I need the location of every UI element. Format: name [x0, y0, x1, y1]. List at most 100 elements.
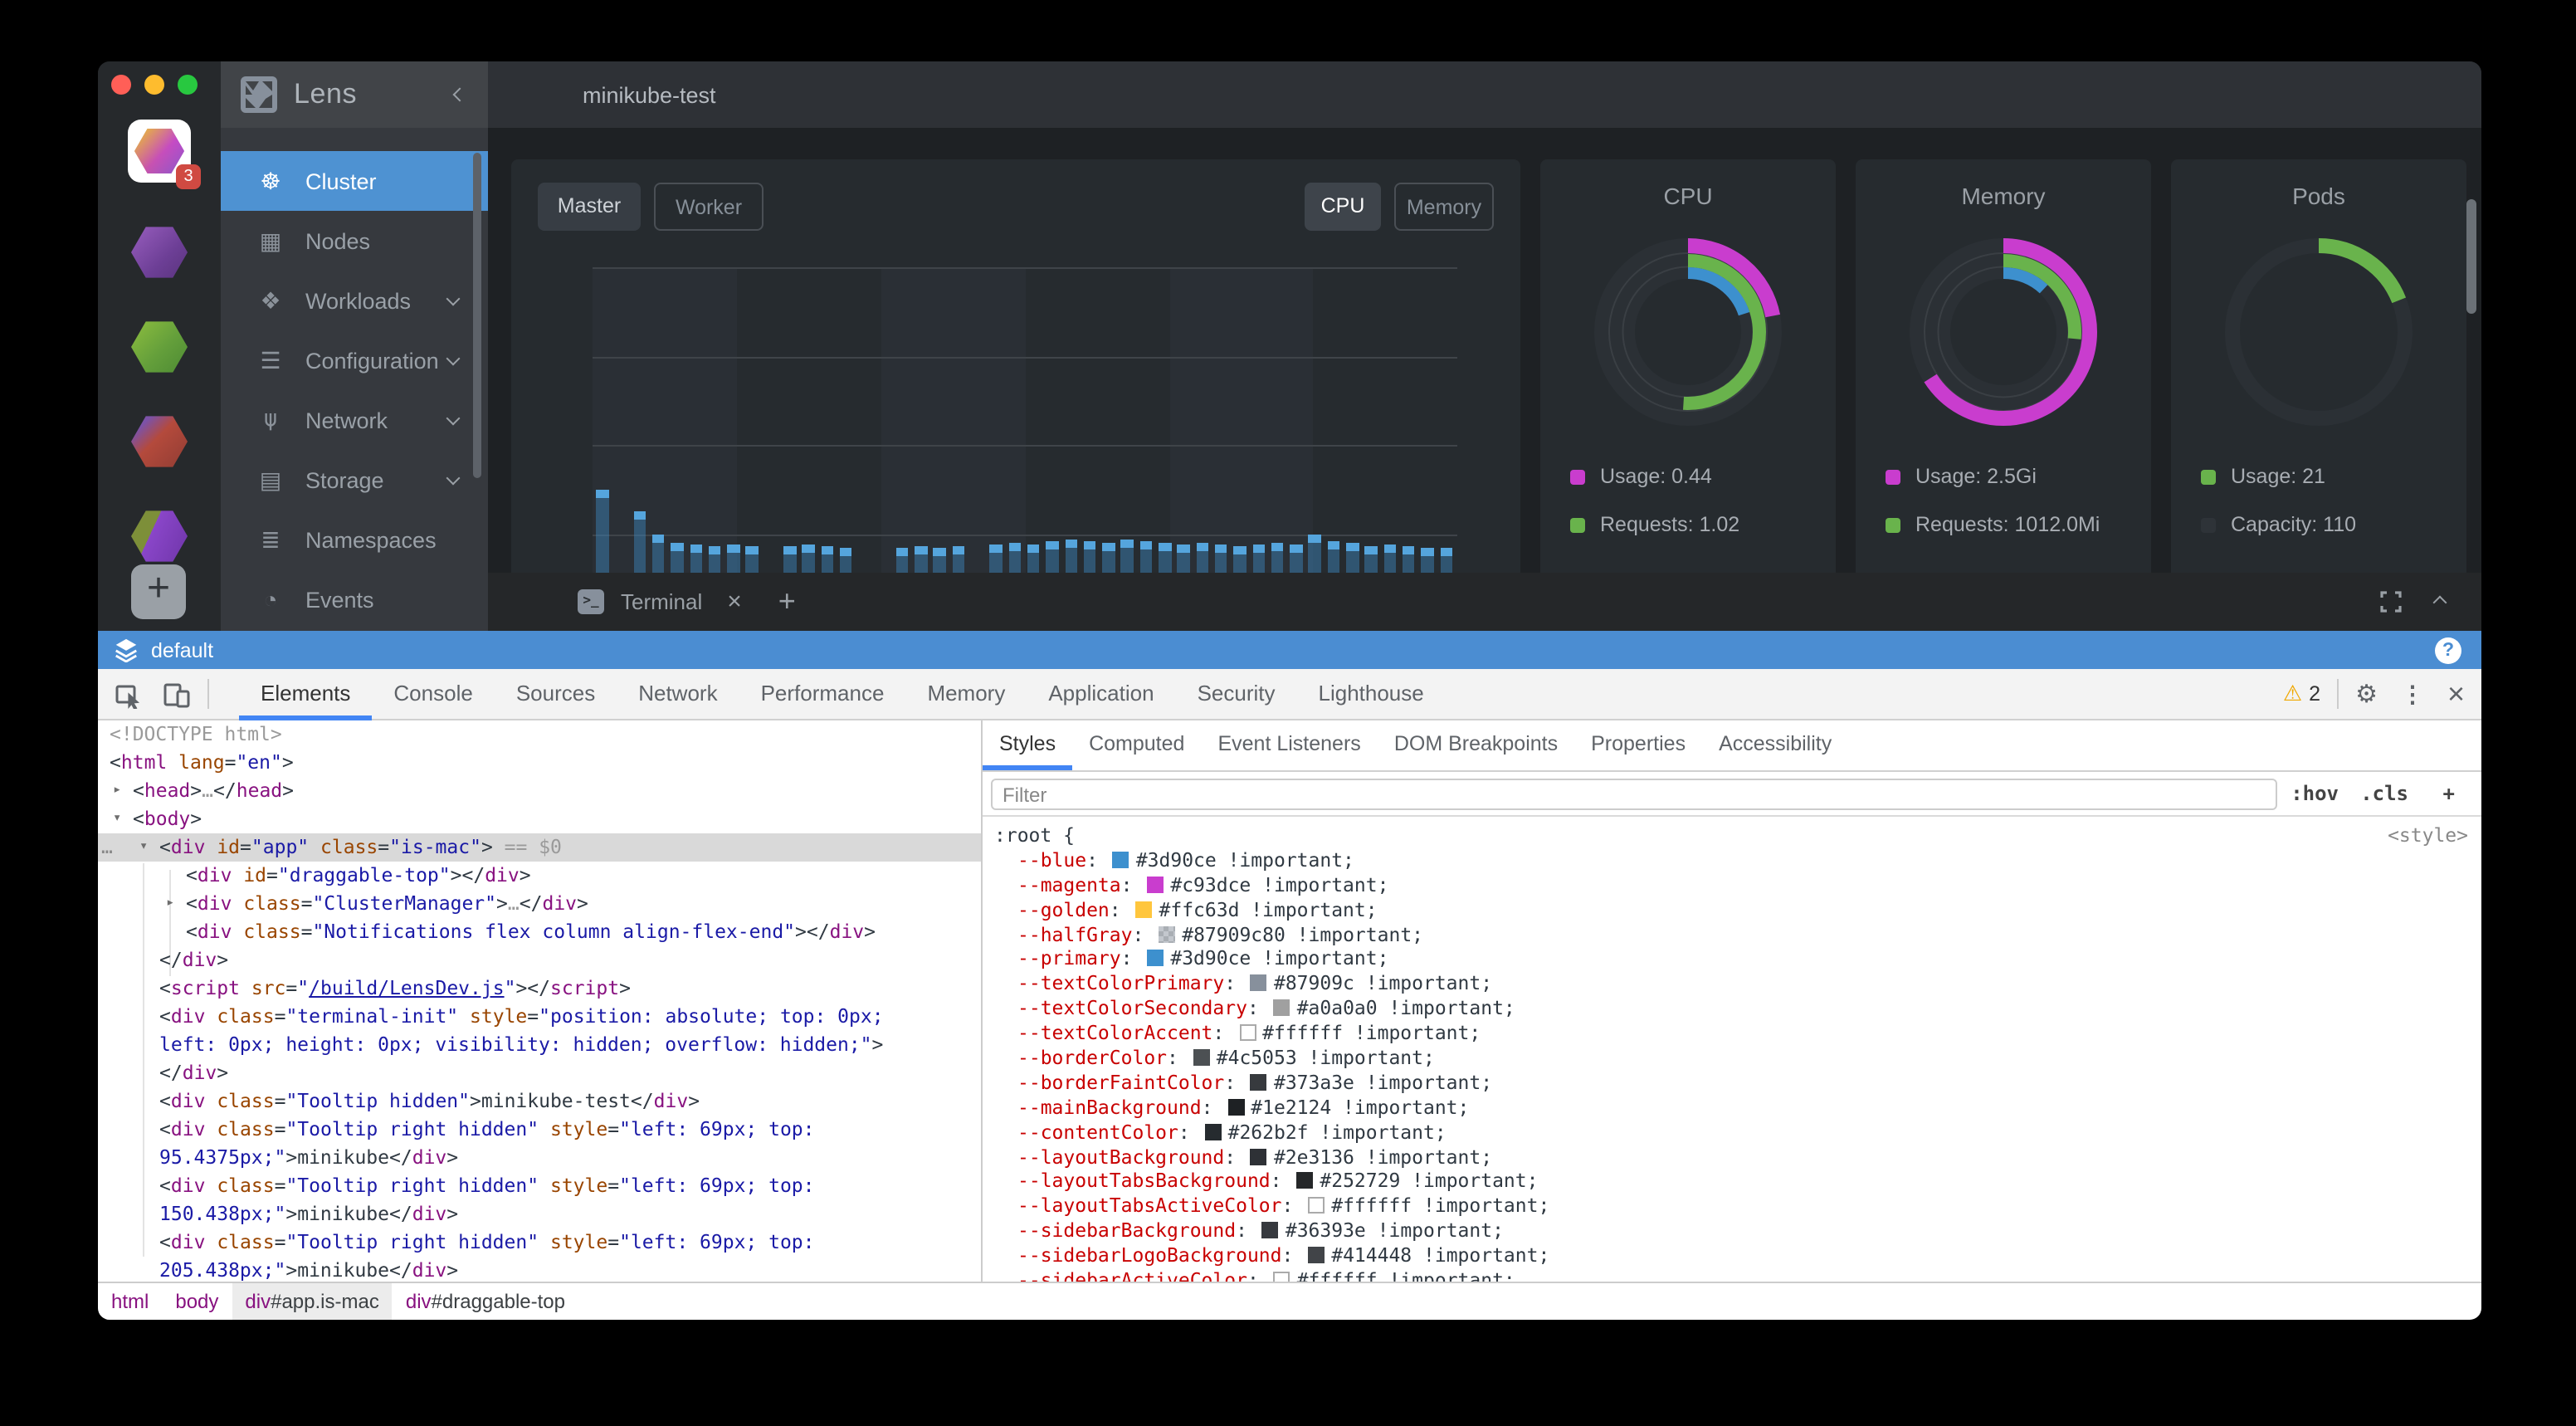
- css-property-row[interactable]: --sidebarLogoBackground: #414448 !import…: [994, 1243, 2481, 1268]
- color-swatch[interactable]: [1136, 901, 1153, 917]
- close-window-button[interactable]: [111, 75, 131, 95]
- expand-arrow-open-icon[interactable]: ▾: [139, 833, 148, 862]
- elements-tree-row[interactable]: ▾<body>: [98, 805, 981, 833]
- devtools-tab-performance[interactable]: Performance: [739, 668, 906, 720]
- expand-arrow-open-icon[interactable]: ▾: [113, 805, 121, 833]
- css-selector[interactable]: :root {<style>: [994, 823, 2481, 848]
- styles-pane-tab-dom-breakpoints[interactable]: DOM Breakpoints: [1378, 720, 1574, 770]
- elements-tree-row[interactable]: <!DOCTYPE html>: [98, 720, 981, 749]
- expand-arrow-closed-icon[interactable]: ▸: [166, 890, 174, 918]
- css-property-row[interactable]: --sidebarBackground: #36393e !important;: [994, 1219, 2481, 1244]
- gutter-ellipsis[interactable]: …: [101, 833, 113, 862]
- chevron-down-icon[interactable]: [446, 292, 461, 306]
- css-property-row[interactable]: --primary: #3d90ce !important;: [994, 947, 2481, 972]
- node-filter-master-button[interactable]: Master: [538, 183, 641, 231]
- css-property-row[interactable]: --layoutTabsBackground: #252729 !importa…: [994, 1170, 2481, 1194]
- elements-tree-row[interactable]: ▸<head>…</head>: [98, 777, 981, 805]
- elements-tree-row[interactable]: <div class="Tooltip right hidden" style=…: [98, 1116, 981, 1144]
- color-swatch[interactable]: [1113, 852, 1129, 868]
- elements-tree-row[interactable]: <div id="draggable-top"></div>: [98, 862, 981, 890]
- metric-cpu-button[interactable]: CPU: [1305, 183, 1381, 231]
- new-style-rule-button[interactable]: +: [2443, 782, 2455, 805]
- styles-filter-input[interactable]: [991, 779, 2277, 810]
- terminal-close-icon[interactable]: ×: [727, 588, 742, 616]
- gear-icon[interactable]: ⚙: [2355, 679, 2378, 709]
- devtools-tab-network[interactable]: Network: [617, 668, 739, 720]
- color-swatch[interactable]: [1239, 1024, 1256, 1041]
- chevron-down-icon[interactable]: [446, 412, 461, 426]
- color-swatch[interactable]: [1262, 1223, 1279, 1239]
- elements-tree-row[interactable]: <div class="Tooltip right hidden" style=…: [98, 1228, 981, 1257]
- cluster-icon[interactable]: [128, 315, 191, 378]
- sidebar-item-configuration[interactable]: ☰Configuration: [221, 330, 488, 390]
- css-property-row[interactable]: --textColorSecondary: #a0a0a0 !important…: [994, 996, 2481, 1021]
- styles-pane-tab-event-listeners[interactable]: Event Listeners: [1201, 720, 1377, 770]
- css-property-row[interactable]: --golden: #ffc63d !important;: [994, 897, 2481, 922]
- elements-tree-row[interactable]: <div class="Tooltip hidden">minikube-tes…: [98, 1087, 981, 1116]
- terminal-fullscreen-icon[interactable]: [2380, 591, 2402, 613]
- styles-pane-tab-properties[interactable]: Properties: [1574, 720, 1702, 770]
- color-swatch[interactable]: [1227, 1099, 1244, 1116]
- elements-tree-row[interactable]: </div>: [98, 1059, 981, 1087]
- css-property-row[interactable]: --textColorPrimary: #87909c !important;: [994, 972, 2481, 997]
- devtools-tab-security[interactable]: Security: [1176, 668, 1297, 720]
- chevron-down-icon[interactable]: [446, 352, 461, 366]
- toggle-class-button[interactable]: .cls: [2360, 782, 2408, 805]
- toggle-hover-state-button[interactable]: :hov: [2291, 782, 2339, 805]
- breadcrumb-item[interactable]: div#draggable-top: [393, 1282, 578, 1320]
- kebab-menu-icon[interactable]: ⋮: [2401, 680, 2424, 708]
- elements-tree-row[interactable]: <div class="terminal-init" style="positi…: [98, 1003, 981, 1031]
- sidebar-item-workloads[interactable]: ❖Workloads: [221, 271, 488, 330]
- color-swatch[interactable]: [1251, 975, 1267, 992]
- minimize-window-button[interactable]: [144, 75, 164, 95]
- color-swatch[interactable]: [1159, 925, 1175, 942]
- css-property-row[interactable]: --magenta: #c93dce !important;: [994, 873, 2481, 898]
- style-tag-source[interactable]: <style>: [2388, 823, 2468, 848]
- elements-tree-row[interactable]: …▾<div id="app" class="is-mac"> == $0: [98, 833, 981, 862]
- css-property-row[interactable]: --layoutTabsActiveColor: #ffffff !import…: [994, 1194, 2481, 1219]
- warning-count[interactable]: 2: [2309, 682, 2320, 706]
- elements-tree-row[interactable]: 95.4375px;">minikube</div>: [98, 1144, 981, 1172]
- devtools-tab-lighthouse[interactable]: Lighthouse: [1297, 668, 1446, 720]
- sidebar-item-network[interactable]: ⋔Network: [221, 390, 488, 450]
- color-swatch[interactable]: [1308, 1198, 1325, 1214]
- elements-tree-row[interactable]: <div class="Tooltip right hidden" style=…: [98, 1172, 981, 1200]
- elements-tree-row[interactable]: 205.438px;">minikube</div>: [98, 1257, 981, 1282]
- css-property-row[interactable]: --textColorAccent: #ffffff !important;: [994, 1021, 2481, 1046]
- color-swatch[interactable]: [1205, 1123, 1222, 1140]
- inspect-element-icon[interactable]: [115, 680, 143, 708]
- elements-tree-row[interactable]: <div class="Notifications flex column al…: [98, 918, 981, 946]
- css-property-row[interactable]: --borderColor: #4c5053 !important;: [994, 1046, 2481, 1071]
- css-property-row[interactable]: --blue: #3d90ce !important;: [994, 848, 2481, 873]
- elements-tree-row[interactable]: ▸<div class="ClusterManager">…</div>: [98, 890, 981, 918]
- color-swatch[interactable]: [1308, 1247, 1325, 1263]
- elements-tree-row[interactable]: </div>: [98, 946, 981, 974]
- devtools-tab-elements[interactable]: Elements: [239, 668, 372, 720]
- metric-memory-button[interactable]: Memory: [1394, 183, 1494, 231]
- color-swatch[interactable]: [1251, 1148, 1267, 1165]
- devtools-tab-sources[interactable]: Sources: [495, 668, 617, 720]
- sidebar-item-cluster[interactable]: ☸Cluster: [221, 151, 488, 211]
- chevron-down-icon[interactable]: [446, 471, 461, 486]
- sidebar-item-events[interactable]: ◔Events: [221, 569, 488, 629]
- devtools-close-icon[interactable]: ×: [2447, 676, 2465, 711]
- add-cluster-button[interactable]: +: [131, 564, 186, 619]
- breadcrumb-item[interactable]: div#app.is-mac: [232, 1282, 392, 1320]
- zoom-window-button[interactable]: [178, 75, 198, 95]
- styles-pane-tab-accessibility[interactable]: Accessibility: [1702, 720, 1848, 770]
- devtools-tab-memory[interactable]: Memory: [905, 668, 1027, 720]
- sidebar-item-nodes[interactable]: ▦Nodes: [221, 211, 488, 271]
- device-toolbar-icon[interactable]: [163, 680, 191, 708]
- breadcrumb-item[interactable]: html: [98, 1282, 162, 1320]
- elements-tree-row[interactable]: <html lang="en">: [98, 749, 981, 777]
- css-property-row[interactable]: --mainBackground: #1e2124 !important;: [994, 1096, 2481, 1121]
- breadcrumb-item[interactable]: body: [162, 1282, 232, 1320]
- warning-icon[interactable]: ⚠: [2283, 681, 2302, 707]
- color-swatch[interactable]: [1296, 1173, 1313, 1189]
- color-swatch[interactable]: [1193, 1049, 1210, 1066]
- cluster-icon[interactable]: [128, 505, 191, 568]
- devtools-tab-application[interactable]: Application: [1027, 668, 1175, 720]
- elements-tree-row[interactable]: <script src="/build/LensDev.js"></script…: [98, 974, 981, 1003]
- sidebar-scrollbar[interactable]: [473, 153, 481, 478]
- terminal-collapse-icon[interactable]: [2433, 595, 2447, 609]
